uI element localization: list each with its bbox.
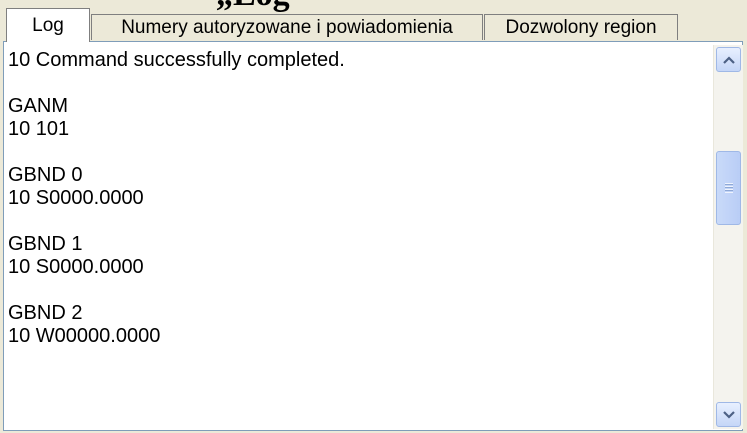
log-line: 10 S0000.0000 (8, 187, 144, 209)
log-line: GBND 0 (8, 164, 83, 186)
log-entry: GANM 10 101 (8, 95, 708, 141)
tab-allowed-region[interactable]: Dozwolony region (484, 14, 678, 40)
log-entry: 10 Command successfully completed. (8, 49, 708, 72)
log-window: „Log Log Numery autoryzowane i powiadomi… (0, 0, 747, 433)
log-entry: GBND 0 10 S0000.0000 (8, 164, 708, 210)
scroll-thumb[interactable] (716, 151, 741, 225)
grip-icon (725, 183, 733, 193)
log-entry: GBND 1 10 S0000.0000 (8, 233, 708, 279)
scroll-down-button[interactable] (716, 402, 741, 427)
tab-strip: Log Numery autoryzowane i powiadomienia … (0, 0, 747, 42)
tab-log[interactable]: Log (6, 8, 90, 42)
tab-authorized-numbers[interactable]: Numery autoryzowane i powiadomienia (91, 14, 483, 40)
arrow-down-icon (722, 410, 735, 419)
log-line: GBND 1 (8, 233, 83, 255)
log-line: GANM (8, 95, 68, 117)
log-line: 10 101 (8, 118, 70, 140)
log-line: 10 W00000.0000 (8, 325, 161, 347)
vertical-scrollbar[interactable] (713, 45, 743, 429)
arrow-up-icon (722, 55, 735, 64)
scroll-up-button[interactable] (716, 47, 741, 72)
log-entry: GBND 2 10 W00000.0000 (8, 302, 708, 348)
log-line: 10 Command successfully completed. (8, 49, 345, 71)
log-text-area[interactable]: 10 Command successfully completed. GANM 10… (8, 49, 708, 429)
log-line: GBND 2 (8, 302, 83, 324)
log-line: 10 S0000.0000 (8, 256, 144, 278)
